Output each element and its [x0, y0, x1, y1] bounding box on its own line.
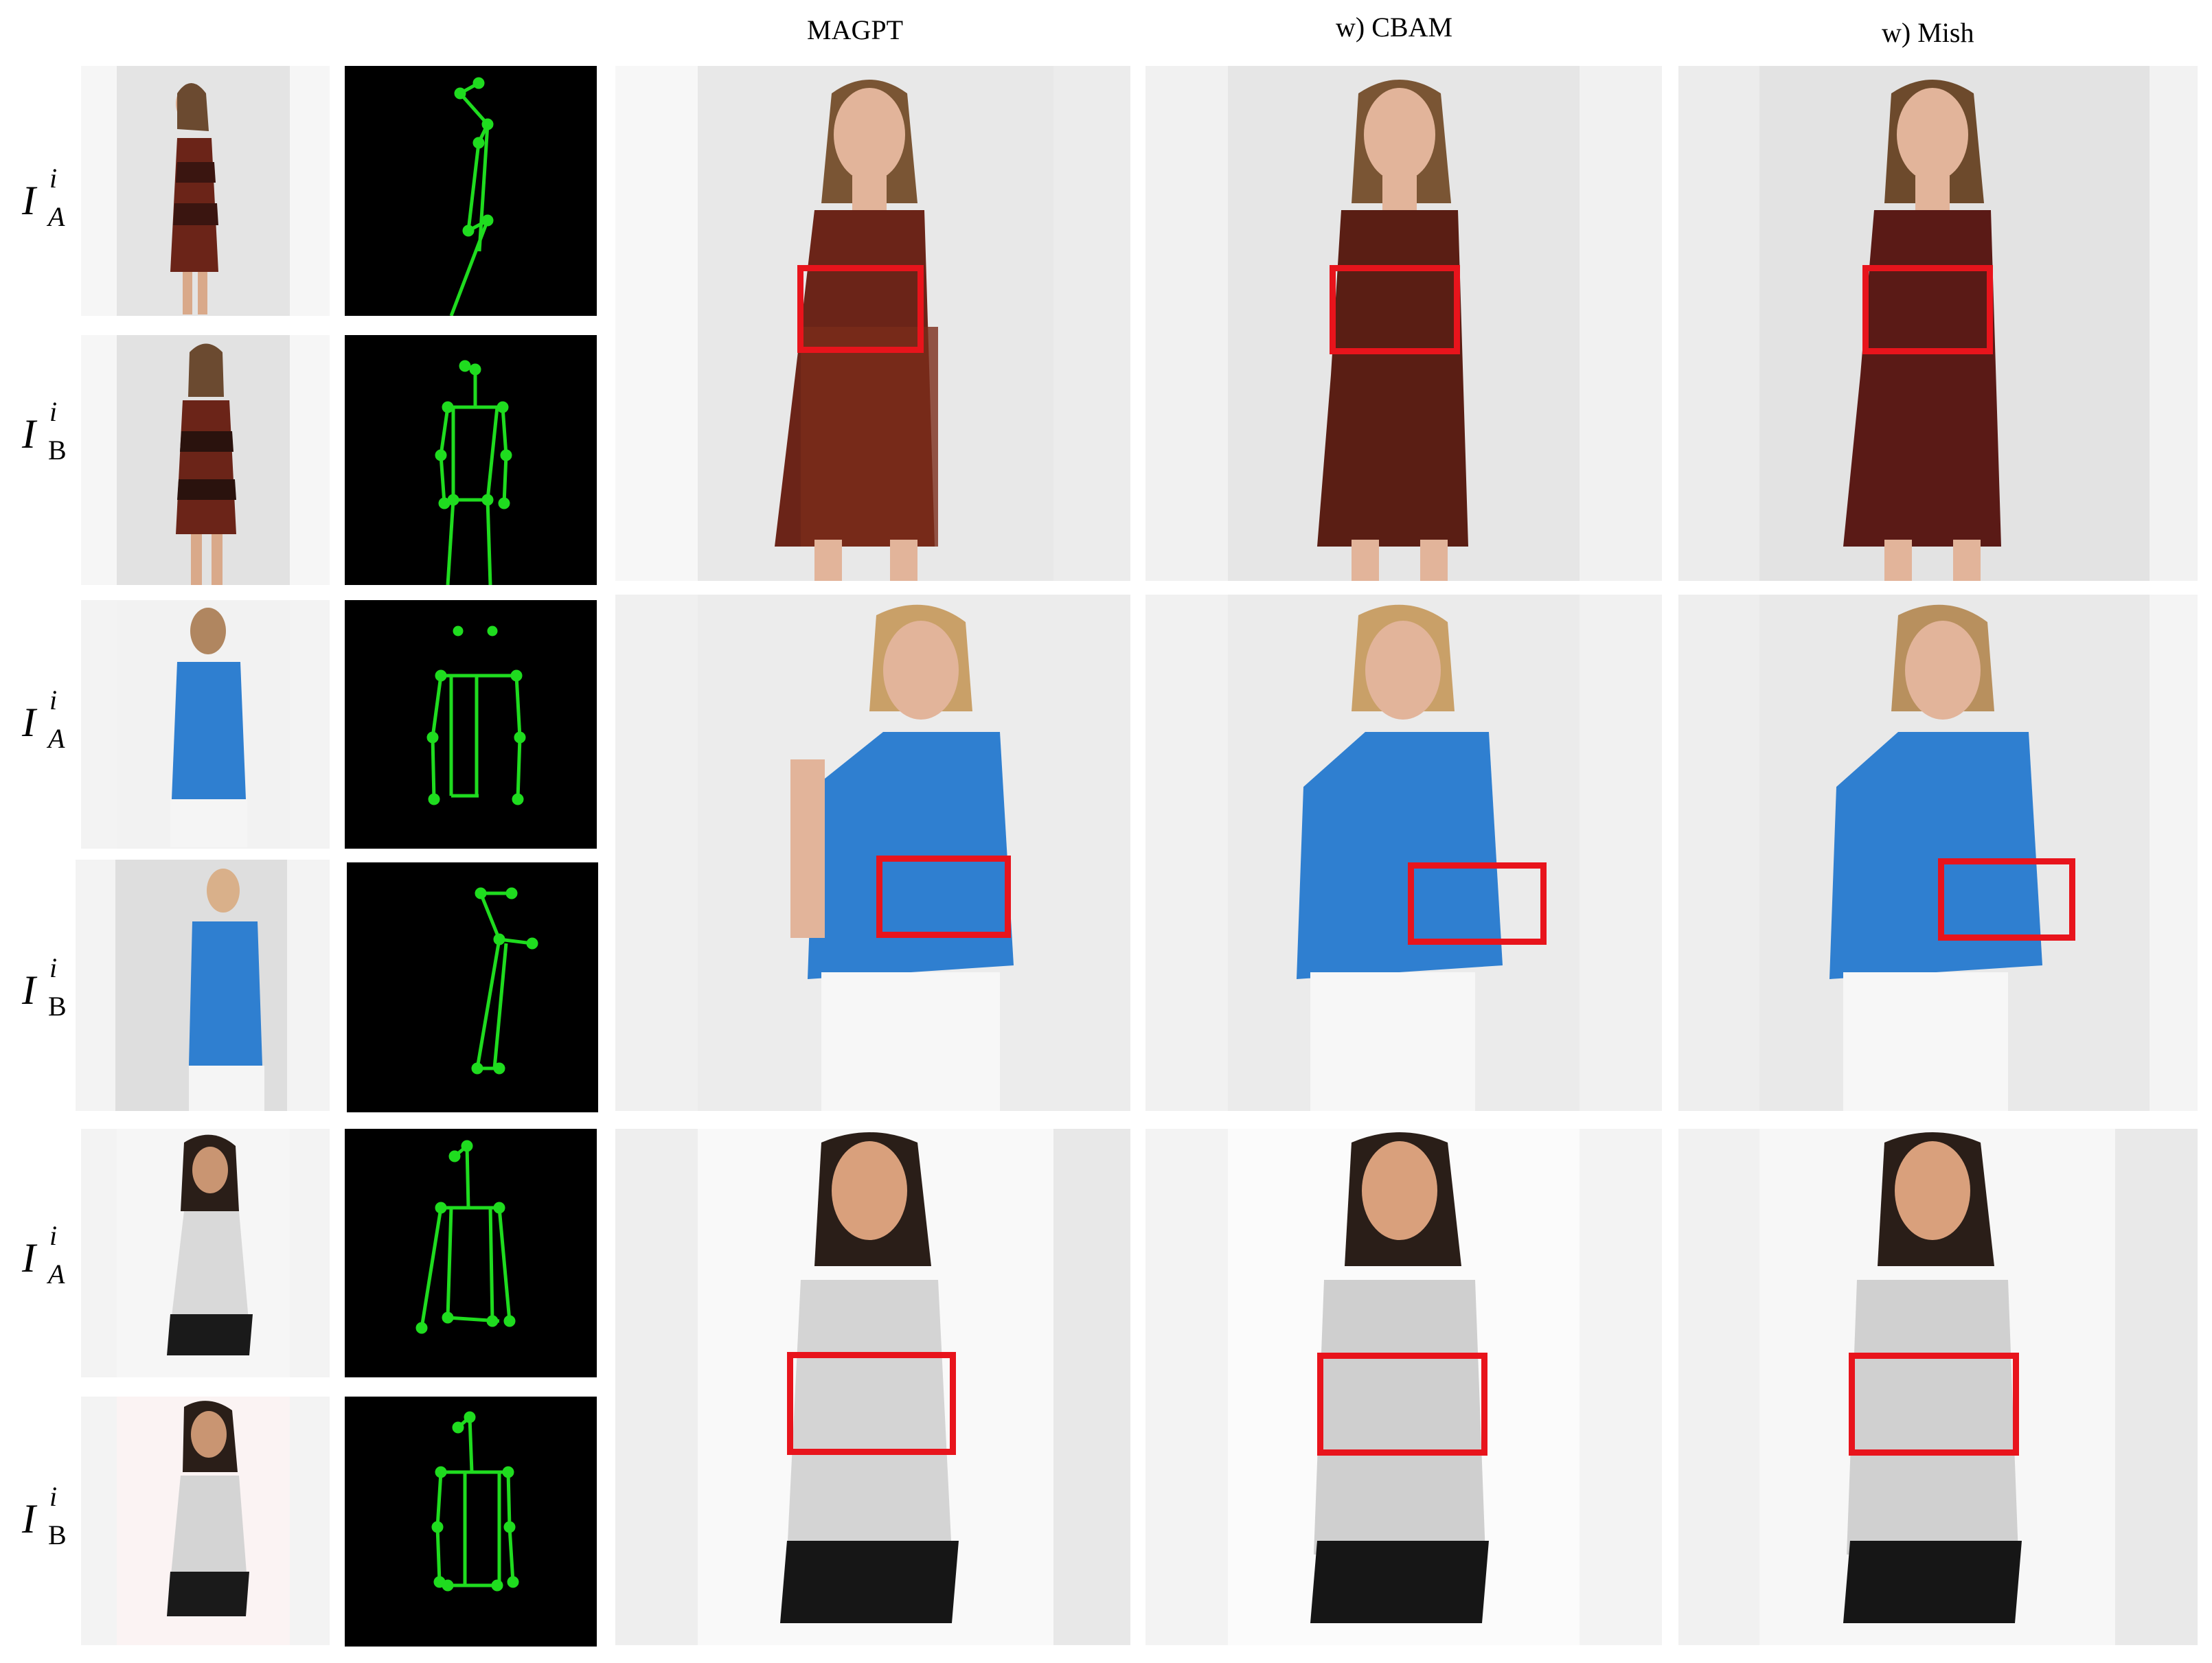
- magpt-result-blue: [615, 595, 1130, 1111]
- highlight-box-mish-print: [1849, 1353, 2019, 1456]
- cbam-result-blue: [1145, 595, 1662, 1111]
- magpt-result-dress: [615, 66, 1130, 581]
- mish-result-print: [1678, 1129, 2198, 1645]
- highlight-box-cbam-dress: [1330, 265, 1460, 354]
- row-label-ia-3: IiA: [22, 1220, 65, 1289]
- row-label-ia-1: IiA: [22, 163, 65, 232]
- highlight-box-magpt-blue: [876, 856, 1011, 938]
- highlight-box-mish-dress: [1862, 265, 1993, 354]
- row-label-ib-1: IiB: [22, 396, 67, 466]
- highlight-box-magpt-print: [787, 1352, 956, 1455]
- column-header-magpt: MAGPT: [807, 14, 904, 45]
- pose-map-a-print: [345, 1129, 597, 1377]
- cbam-result-dress: [1145, 66, 1662, 581]
- column-header-cbam: w) CBAM: [1336, 12, 1453, 43]
- row-label-ia-2: IiA: [22, 685, 65, 754]
- highlight-box-mish-blue: [1938, 858, 2075, 941]
- cbam-result-print: [1145, 1129, 1662, 1645]
- highlight-box-magpt-dress: [797, 265, 924, 353]
- source-image-b-print: [81, 1397, 330, 1645]
- magpt-result-print: [615, 1129, 1130, 1645]
- highlight-box-cbam-print: [1317, 1353, 1487, 1456]
- mish-result-blue: [1678, 595, 2198, 1111]
- pose-map-b-print: [345, 1397, 597, 1647]
- source-image-b-blue: [76, 860, 330, 1111]
- mish-result-dress: [1678, 66, 2198, 581]
- source-image-a-blue: [81, 600, 330, 849]
- column-header-mish: w) Mish: [1882, 17, 1974, 48]
- source-image-a-print: [81, 1129, 330, 1377]
- pose-map-b-blue: [347, 862, 598, 1112]
- pose-map-a-dress: [345, 66, 597, 316]
- pose-map-b-dress: [345, 335, 597, 585]
- row-label-ib-3: IiB: [22, 1481, 67, 1550]
- source-image-b-dress: [81, 335, 330, 585]
- highlight-box-cbam-blue: [1408, 862, 1547, 945]
- source-image-a-dress: [81, 66, 330, 316]
- pose-map-a-blue: [345, 600, 597, 849]
